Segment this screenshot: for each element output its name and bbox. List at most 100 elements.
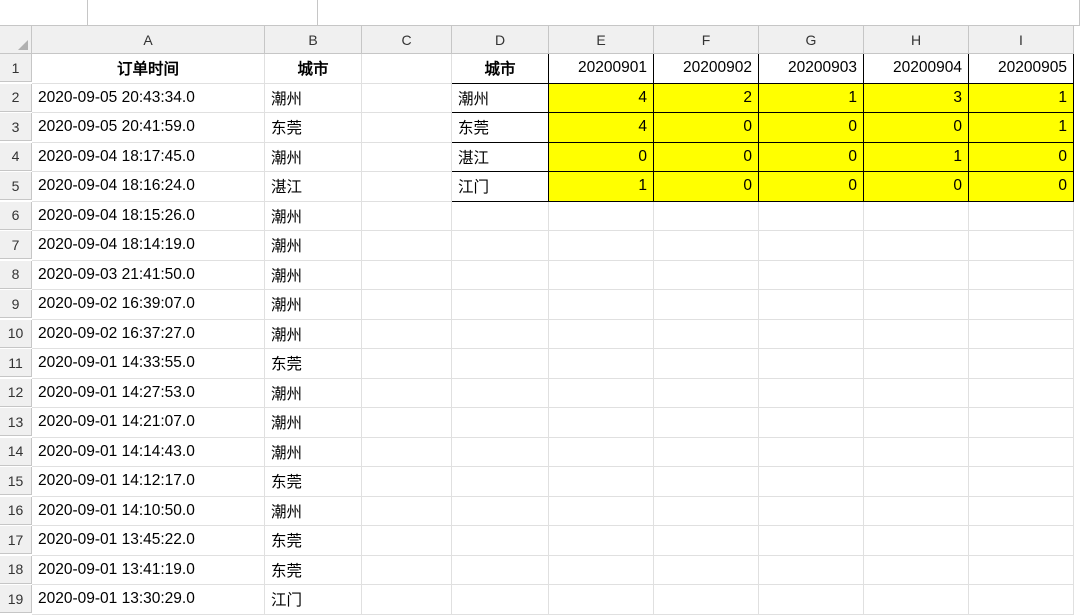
- row-header-15[interactable]: 15: [0, 467, 32, 495]
- cell-C11[interactable]: [362, 349, 452, 379]
- cell-E8[interactable]: [549, 261, 654, 291]
- cell-B14[interactable]: 潮州: [265, 438, 362, 468]
- cell-D17[interactable]: [452, 526, 549, 556]
- cell-F16[interactable]: [654, 497, 759, 527]
- row-header-17[interactable]: 17: [0, 526, 32, 554]
- cell-I1[interactable]: 20200905: [969, 54, 1074, 84]
- col-header-A[interactable]: A: [32, 26, 265, 54]
- cell-C13[interactable]: [362, 408, 452, 438]
- cell-D19[interactable]: [452, 585, 549, 615]
- cell-F1[interactable]: 20200902: [654, 54, 759, 84]
- cell-H8[interactable]: [864, 261, 969, 291]
- cell-I7[interactable]: [969, 231, 1074, 261]
- cell-C9[interactable]: [362, 290, 452, 320]
- cell-F8[interactable]: [654, 261, 759, 291]
- row-header-7[interactable]: 7: [0, 231, 32, 259]
- cell-B12[interactable]: 潮州: [265, 379, 362, 409]
- cell-I8[interactable]: [969, 261, 1074, 291]
- cell-B10[interactable]: 潮州: [265, 320, 362, 350]
- col-header-H[interactable]: H: [864, 26, 969, 54]
- row-header-13[interactable]: 13: [0, 408, 32, 436]
- col-header-E[interactable]: E: [549, 26, 654, 54]
- select-all-corner[interactable]: [0, 26, 32, 54]
- cell-A1[interactable]: 订单时间: [32, 54, 265, 84]
- cell-H2[interactable]: 3: [864, 84, 969, 114]
- cell-H11[interactable]: [864, 349, 969, 379]
- cell-D12[interactable]: [452, 379, 549, 409]
- cell-I14[interactable]: [969, 438, 1074, 468]
- cell-E3[interactable]: 4: [549, 113, 654, 143]
- row-header-16[interactable]: 16: [0, 497, 32, 525]
- row-header-8[interactable]: 8: [0, 261, 32, 289]
- cell-C8[interactable]: [362, 261, 452, 291]
- cell-F14[interactable]: [654, 438, 759, 468]
- cell-G4[interactable]: 0: [759, 143, 864, 173]
- cell-H5[interactable]: 0: [864, 172, 969, 202]
- cell-B8[interactable]: 潮州: [265, 261, 362, 291]
- row-header-4[interactable]: 4: [0, 143, 32, 171]
- cell-C18[interactable]: [362, 556, 452, 586]
- row-header-6[interactable]: 6: [0, 202, 32, 230]
- cell-D16[interactable]: [452, 497, 549, 527]
- cell-I3[interactable]: 1: [969, 113, 1074, 143]
- cell-H3[interactable]: 0: [864, 113, 969, 143]
- cell-B6[interactable]: 潮州: [265, 202, 362, 232]
- cell-D11[interactable]: [452, 349, 549, 379]
- row-header-2[interactable]: 2: [0, 84, 32, 112]
- cell-C10[interactable]: [362, 320, 452, 350]
- cell-D10[interactable]: [452, 320, 549, 350]
- cell-E14[interactable]: [549, 438, 654, 468]
- cell-E1[interactable]: 20200901: [549, 54, 654, 84]
- cell-A11[interactable]: 2020-09-01 14:33:55.0: [32, 349, 265, 379]
- row-header-3[interactable]: 3: [0, 113, 32, 141]
- cell-B19[interactable]: 江门: [265, 585, 362, 615]
- formula-input[interactable]: [318, 0, 1080, 25]
- formula-buttons[interactable]: [88, 0, 318, 25]
- cell-F4[interactable]: 0: [654, 143, 759, 173]
- cell-G12[interactable]: [759, 379, 864, 409]
- cell-E2[interactable]: 4: [549, 84, 654, 114]
- cell-F15[interactable]: [654, 467, 759, 497]
- cell-D4[interactable]: 湛江: [452, 143, 549, 173]
- cell-C19[interactable]: [362, 585, 452, 615]
- cell-B3[interactable]: 东莞: [265, 113, 362, 143]
- row-header-5[interactable]: 5: [0, 172, 32, 200]
- cell-B5[interactable]: 湛江: [265, 172, 362, 202]
- row-header-18[interactable]: 18: [0, 556, 32, 584]
- cell-B1[interactable]: 城市: [265, 54, 362, 84]
- row-header-19[interactable]: 19: [0, 585, 32, 613]
- cell-A4[interactable]: 2020-09-04 18:17:45.0: [32, 143, 265, 173]
- cell-I2[interactable]: 1: [969, 84, 1074, 114]
- col-header-C[interactable]: C: [362, 26, 452, 54]
- col-header-I[interactable]: I: [969, 26, 1074, 54]
- cell-H10[interactable]: [864, 320, 969, 350]
- cell-D18[interactable]: [452, 556, 549, 586]
- cell-D14[interactable]: [452, 438, 549, 468]
- cell-I18[interactable]: [969, 556, 1074, 586]
- cell-C15[interactable]: [362, 467, 452, 497]
- cell-G9[interactable]: [759, 290, 864, 320]
- cell-B13[interactable]: 潮州: [265, 408, 362, 438]
- cell-D15[interactable]: [452, 467, 549, 497]
- cell-I12[interactable]: [969, 379, 1074, 409]
- col-header-B[interactable]: B: [265, 26, 362, 54]
- cell-H6[interactable]: [864, 202, 969, 232]
- col-header-G[interactable]: G: [759, 26, 864, 54]
- cell-C4[interactable]: [362, 143, 452, 173]
- cell-C17[interactable]: [362, 526, 452, 556]
- cell-G18[interactable]: [759, 556, 864, 586]
- row-header-1[interactable]: 1: [0, 54, 32, 82]
- cell-D8[interactable]: [452, 261, 549, 291]
- row-header-10[interactable]: 10: [0, 320, 32, 348]
- cell-G5[interactable]: 0: [759, 172, 864, 202]
- cell-C2[interactable]: [362, 84, 452, 114]
- cell-I5[interactable]: 0: [969, 172, 1074, 202]
- cell-I15[interactable]: [969, 467, 1074, 497]
- cell-B2[interactable]: 潮州: [265, 84, 362, 114]
- cell-F10[interactable]: [654, 320, 759, 350]
- cell-H4[interactable]: 1: [864, 143, 969, 173]
- cell-G19[interactable]: [759, 585, 864, 615]
- cell-A13[interactable]: 2020-09-01 14:21:07.0: [32, 408, 265, 438]
- row-header-14[interactable]: 14: [0, 438, 32, 466]
- cell-F5[interactable]: 0: [654, 172, 759, 202]
